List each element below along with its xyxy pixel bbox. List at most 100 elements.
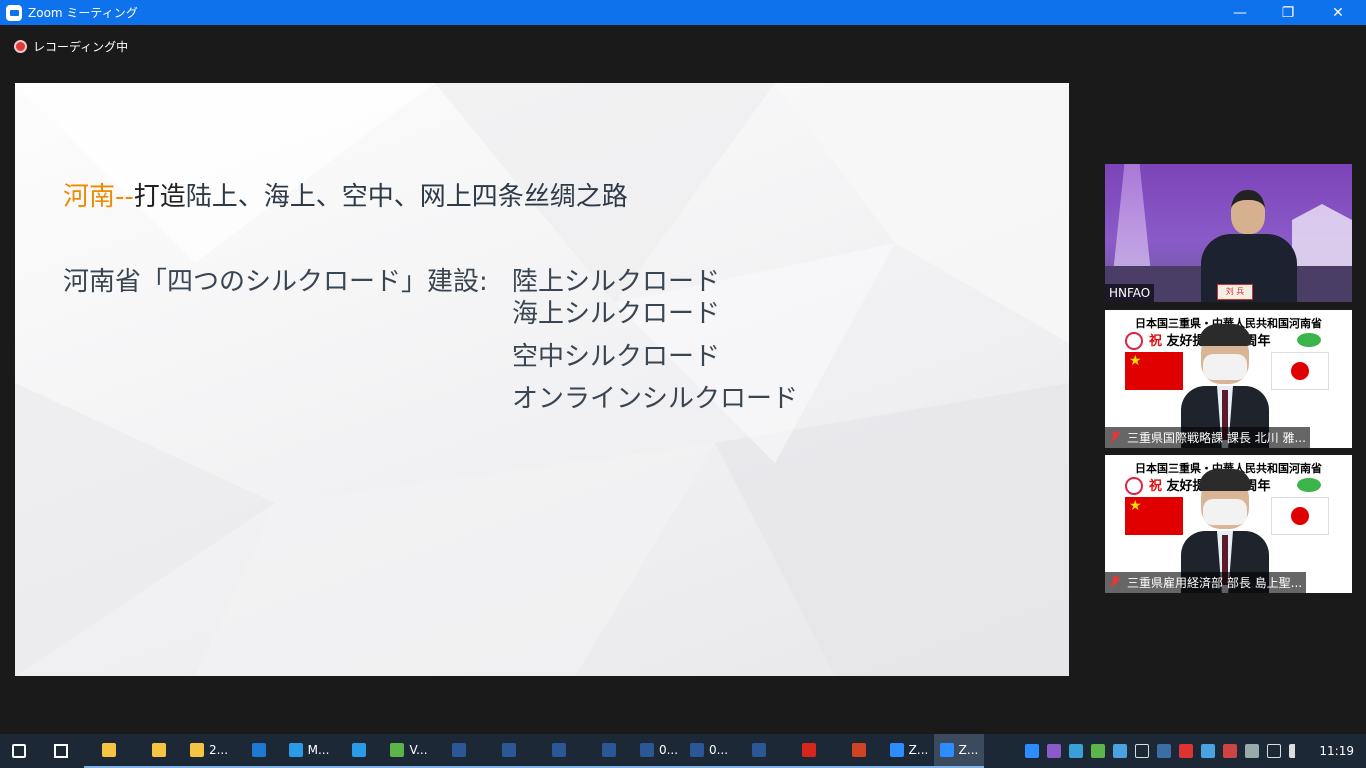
taskbar-items: 2... M... V... 0... 0... Z... Z... [0,734,984,768]
taskbar-outlook[interactable] [234,734,284,768]
restore-button[interactable]: ❐ [1264,0,1312,25]
taskbar-word-1[interactable] [434,734,484,768]
app2-tray-icon[interactable] [1223,744,1238,758]
china-flag-icon: ★ [1125,497,1183,535]
headline-henan: 河南 [63,182,116,212]
taskbar-zoom-1[interactable]: Z... [884,734,934,768]
taskbar-v-app[interactable]: V... [384,734,434,768]
taskbar-word-6[interactable]: 0... [684,734,734,768]
taskbar-task-view[interactable] [38,734,84,768]
peony-icon [1125,477,1143,495]
person-head [1231,190,1265,234]
taskbar-powerpoint[interactable] [834,734,884,768]
taskbar-word-3[interactable] [534,734,584,768]
route-air: 空中シルクロード [512,342,721,372]
participant-name-label: 三重県国際戦略課 課長 北川 雅... [1105,427,1310,448]
pdf-icon [802,743,816,757]
zoom-app-icon [6,4,22,21]
taskbar-explorer-1[interactable] [84,734,134,768]
display-tray-icon[interactable] [1157,744,1172,758]
taskbar-label: 0... [658,743,679,757]
outlook-icon [252,743,266,757]
ie-icon [352,743,366,757]
mic-muted-icon [1109,431,1121,443]
network-icon[interactable] [1267,744,1282,758]
close-button[interactable]: ✕ [1314,0,1362,25]
taskbar-clock[interactable]: 11:19 [1319,744,1354,758]
japan-flag-icon [1271,352,1329,390]
word-icon [689,743,704,757]
taskbar-start[interactable] [0,734,38,768]
taskbar-ie-2[interactable] [334,734,384,768]
word-icon [602,743,616,757]
participant-name-label: 三重県雇用経済部 部長 島上聖... [1105,572,1307,593]
route-sea: 海上シルクロード [512,299,721,329]
window-title: Zoom ミーティング [28,6,138,20]
participant-name: 三重県国際戦略課 課長 北川 雅... [1127,431,1306,445]
green-app-icon [390,743,405,757]
pagoda-backdrop [1113,164,1151,274]
mic-muted-icon [1109,576,1121,588]
minimize-button[interactable]: — [1216,0,1264,25]
slide-headline: 河南--打造陆上、海上、空中、网上四条丝绸之路 [63,176,628,213]
taskbar-label: 2... [208,743,229,757]
headline-dash: -- [115,182,134,212]
recording-label: レコーディング中 [33,40,129,54]
powerpoint-icon [852,743,866,757]
security-tray-icon[interactable] [1179,744,1194,758]
taskbar-label: M... [307,743,330,757]
task-view-icon [54,744,68,758]
taskbar-label: V... [409,743,428,757]
mail-tray-icon[interactable] [1135,744,1150,758]
folder-icon [102,743,116,757]
banner-iwai: 祝 [1149,334,1163,349]
windows-icon [12,744,26,758]
taskbar-explorer-2[interactable] [134,734,184,768]
taskbar-zoom-2[interactable]: Z... [934,734,984,768]
zoom-icon [939,743,954,757]
taskbar-explorer-3[interactable]: 2... [184,734,234,768]
taskbar-label: 0... [708,743,729,757]
name-card: 刘 兵 [1217,284,1253,300]
check-logo-icon [1297,333,1321,347]
video-tile-kitagawa[interactable]: 日本国三重県・中華人民共和国河南省 祝 友好提携３５周年 ★ 三重県国際戦略課 … [1105,310,1352,448]
participant-name: 三重県雇用経済部 部長 島上聖... [1127,576,1303,590]
network-app-tray-icon[interactable] [1069,744,1084,758]
word-icon [639,743,654,757]
japan-flag-icon [1271,497,1329,535]
windows-taskbar: 2... M... V... 0... 0... Z... Z... 11:19 [0,734,1366,768]
system-tray: 11:19 [1021,734,1366,768]
recording-indicator[interactable]: レコーディング中 [14,38,128,55]
route-online: オンラインシルクロード [512,384,799,414]
china-flag-icon: ★ [1125,352,1183,390]
video-tile-hnfao[interactable]: 刘 兵 HNFAO [1105,164,1352,302]
folder-icon [189,743,204,757]
zoom-tray-icon[interactable] [1025,744,1040,758]
app-tray-icon[interactable] [1201,744,1216,758]
ie-icon [288,743,303,757]
taskbar-word-7[interactable] [734,734,784,768]
slide-subhead: 河南省「四つのシルクロード」建設: [63,267,488,297]
taskbar-word-2[interactable] [484,734,534,768]
taskbar-label: Z... [958,743,979,757]
ns-tray-icon[interactable] [1047,744,1062,758]
taskbar-acrobat[interactable] [784,734,834,768]
input-tray-icon[interactable] [1245,744,1260,758]
zoom-icon [889,743,904,757]
record-dot-icon [14,40,27,53]
word-icon [752,743,766,757]
video-tile-shimagami[interactable]: 日本国三重県・中華人民共和国河南省 祝 友好提携３５周年 ★ 三重県雇用経済部 … [1105,455,1352,593]
taskbar-label: Z... [908,743,929,757]
taskbar-ie-1[interactable]: M... [284,734,334,768]
green-app-tray-icon[interactable] [1091,744,1106,758]
banner-iwai: 祝 [1149,479,1163,494]
headline-routes: 陆上、海上、空中、网上四条丝绸之路 [185,182,628,212]
participant-name-label: HNFAO [1105,284,1155,302]
folder-icon [152,743,166,757]
wave-tray-icon[interactable] [1113,744,1128,758]
taskbar-word-4[interactable] [584,734,634,768]
taskbar-word-5[interactable]: 0... [634,734,684,768]
peony-icon [1125,332,1143,350]
word-icon [502,743,516,757]
volume-icon[interactable] [1289,744,1303,758]
